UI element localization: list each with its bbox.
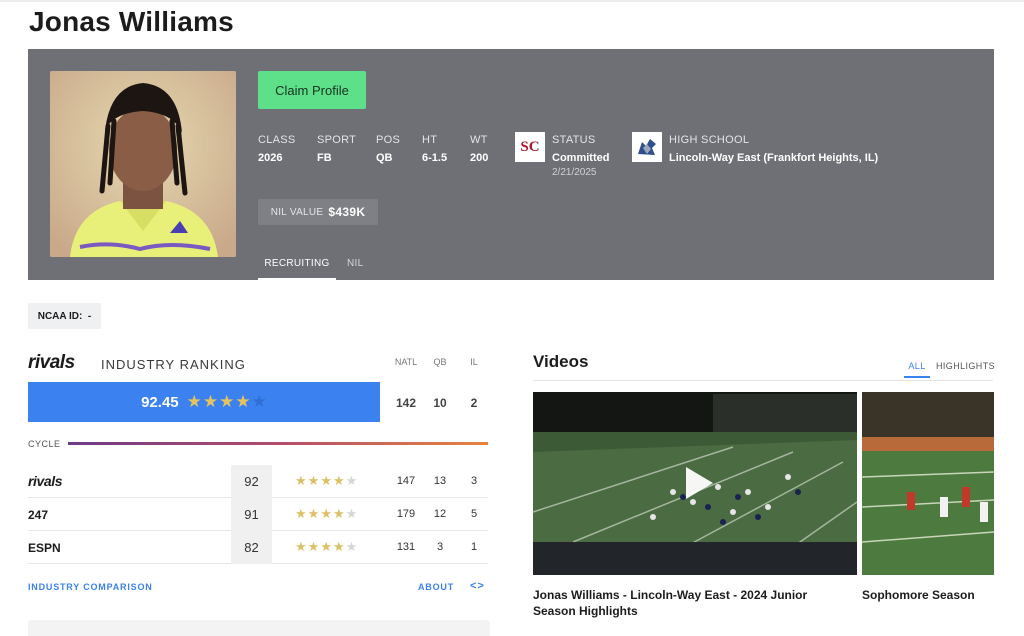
source-rating: 92 — [231, 465, 272, 498]
stat-class: CLASS 2026 — [258, 134, 296, 164]
star-empty-icon: ★ — [345, 506, 358, 521]
star-icon: ★ — [332, 539, 345, 554]
commit-school-logo[interactable]: SC — [515, 132, 545, 162]
about-link[interactable]: ABOUT — [418, 582, 454, 592]
industry-natl-rank: 142 — [395, 396, 417, 410]
source-natl: 131 — [396, 541, 416, 553]
videos-title: Videos — [533, 352, 589, 371]
col-pos: QB — [433, 357, 447, 367]
source-natl: 179 — [396, 508, 416, 520]
high-school: HIGH SCHOOL Lincoln-Way East (Frankfort … — [669, 134, 879, 164]
star-icon: ★ — [186, 392, 202, 411]
stat-height: HT 6-1.5 — [422, 134, 448, 164]
video-thumbnail[interactable] — [533, 392, 857, 575]
code-icon[interactable]: <> — [470, 580, 485, 592]
star-icon: ★ — [320, 473, 332, 488]
source-rating: 82 — [231, 531, 272, 564]
industry-comparison-link[interactable]: INDUSTRY COMPARISON — [28, 582, 153, 592]
tab-highlights[interactable]: HIGHLIGHTS — [936, 361, 995, 371]
source-row-247: 247 91 ★ ★ ★ ★ ★ 179 12 5 — [28, 498, 488, 531]
video-title[interactable]: Jonas Williams - Lincoln-Way East - 2024… — [533, 587, 853, 619]
player-photo — [50, 71, 236, 257]
cycle-gradient — [68, 442, 488, 445]
star-icon: ★ — [307, 539, 320, 554]
page-title: Jonas Williams — [29, 6, 234, 37]
source-name: rivals — [28, 473, 63, 489]
star-icon: ★ — [307, 473, 320, 488]
stat-weight: WT 200 — [470, 134, 489, 164]
source-pos: 3 — [436, 541, 444, 553]
industry-score: 92.45 — [141, 393, 179, 411]
source-pos: 12 — [433, 508, 447, 520]
rivals-logo: rivals — [28, 352, 75, 373]
industry-pos-rank: 10 — [433, 396, 447, 410]
video-title[interactable]: Sophomore Season — [862, 587, 992, 603]
ranking-title: INDUSTRY RANKING — [101, 357, 246, 372]
star-icon: ★ — [307, 506, 320, 521]
star-icon: ★ — [295, 473, 307, 488]
stat-position: POS QB — [376, 134, 401, 164]
stat-sport: SPORT FB — [317, 134, 357, 164]
star-empty-icon: ★ — [345, 539, 358, 554]
top-border — [0, 0, 1024, 2]
source-pos: 13 — [433, 475, 447, 487]
source-stars: ★ ★ ★ ★ ★ — [295, 473, 357, 489]
videos-divider — [533, 380, 993, 381]
source-stars: ★ ★ ★ ★ ★ — [295, 539, 357, 555]
star-icon: ★ — [235, 392, 251, 411]
claim-profile-button[interactable]: Claim Profile — [258, 71, 366, 109]
star-icon: ★ — [295, 539, 307, 554]
star-empty-icon: ★ — [345, 473, 358, 488]
profile-header: Claim Profile CLASS 2026 SPORT FB POS QB… — [28, 49, 994, 280]
high-school-logo[interactable] — [632, 132, 662, 162]
tab-all-videos[interactable]: ALL — [904, 361, 930, 378]
tab-recruiting[interactable]: RECRUITING — [258, 258, 336, 280]
source-name: ESPN — [28, 541, 61, 555]
star-icon: ★ — [332, 506, 345, 521]
star-icon: ★ — [320, 539, 332, 554]
commit-status: STATUS Committed 2/21/2025 — [552, 134, 610, 178]
col-state: IL — [470, 357, 478, 367]
star-icon: ★ — [202, 392, 219, 411]
col-natl: NATL — [394, 357, 418, 367]
video-thumbnail[interactable] — [862, 392, 994, 575]
source-name: 247 — [28, 508, 49, 522]
source-row-espn: ESPN 82 ★ ★ ★ ★ ★ 131 3 1 — [28, 531, 488, 564]
star-icon: ★ — [320, 506, 332, 521]
source-rating: 91 — [231, 498, 272, 531]
ncaa-id-badge: NCAA ID: - — [28, 303, 101, 329]
next-card — [28, 620, 490, 636]
source-row-rivals: rivals 92 ★ ★ ★ ★ ★ 147 13 3 — [28, 465, 488, 498]
star-icon: ★ — [295, 506, 307, 521]
industry-stars: ★ ★ ★ ★ ★ — [187, 392, 267, 412]
source-state: 5 — [470, 508, 478, 520]
star-icon: ★ — [219, 392, 235, 411]
tab-nil[interactable]: NIL — [347, 258, 363, 269]
star-icon: ★ — [332, 473, 345, 488]
source-stars: ★ ★ ★ ★ ★ — [295, 506, 357, 522]
source-state: 3 — [470, 475, 478, 487]
nil-value-badge: NIL VALUE $439K — [258, 199, 378, 225]
industry-state-rank: 2 — [470, 396, 478, 410]
cycle-label: CYCLE — [28, 439, 61, 449]
source-state: 1 — [470, 541, 478, 553]
industry-score-bar: 92.45 ★ ★ ★ ★ ★ — [28, 382, 380, 422]
griffin-icon — [634, 134, 660, 160]
source-natl: 147 — [396, 475, 416, 487]
star-empty-icon: ★ — [251, 392, 267, 411]
